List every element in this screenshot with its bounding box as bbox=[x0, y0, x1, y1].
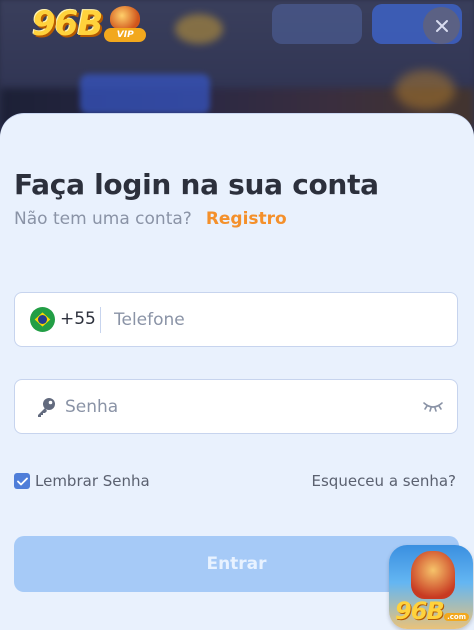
remember-password-toggle[interactable]: Lembrar Senha bbox=[14, 472, 150, 490]
divider bbox=[100, 307, 101, 333]
register-prompt: Não tem uma conta? Registro bbox=[14, 209, 287, 229]
remember-label: Lembrar Senha bbox=[35, 472, 150, 490]
password-input[interactable] bbox=[65, 380, 405, 433]
phone-field: +55 bbox=[14, 292, 458, 347]
remember-checkbox[interactable] bbox=[14, 473, 30, 489]
eye-closed-icon[interactable] bbox=[422, 400, 444, 414]
check-icon bbox=[16, 477, 28, 485]
background-decoration bbox=[395, 70, 455, 110]
brand-logo: 96B VIP bbox=[32, 4, 147, 44]
app-badge-domain: .com bbox=[444, 613, 469, 621]
page-title: Faça login na sua conta bbox=[14, 168, 379, 201]
page: 96B VIP Faça login na sua conta Não tem … bbox=[0, 0, 474, 630]
mascot-icon bbox=[411, 551, 455, 599]
phone-input[interactable] bbox=[114, 293, 444, 346]
background-banner bbox=[80, 74, 210, 114]
key-icon bbox=[38, 398, 55, 417]
app-download-badge[interactable]: 96B .com bbox=[389, 545, 473, 629]
background-button-blurred bbox=[272, 4, 362, 44]
vip-badge: VIP bbox=[104, 6, 147, 42]
mascot-icon bbox=[110, 6, 141, 30]
country-code[interactable]: +55 bbox=[60, 309, 96, 329]
password-field bbox=[14, 379, 458, 434]
logo-text: 96B bbox=[32, 4, 103, 44]
background-decoration bbox=[175, 14, 223, 44]
no-account-text: Não tem uma conta? bbox=[14, 209, 192, 229]
register-link[interactable]: Registro bbox=[206, 209, 287, 229]
close-icon bbox=[435, 19, 448, 32]
close-button[interactable] bbox=[423, 7, 460, 44]
app-badge-logo: 96B bbox=[395, 597, 445, 625]
vip-label: VIP bbox=[104, 28, 147, 42]
brazil-flag-icon[interactable] bbox=[30, 307, 55, 332]
forgot-password-link[interactable]: Esqueceu a senha? bbox=[312, 472, 456, 490]
